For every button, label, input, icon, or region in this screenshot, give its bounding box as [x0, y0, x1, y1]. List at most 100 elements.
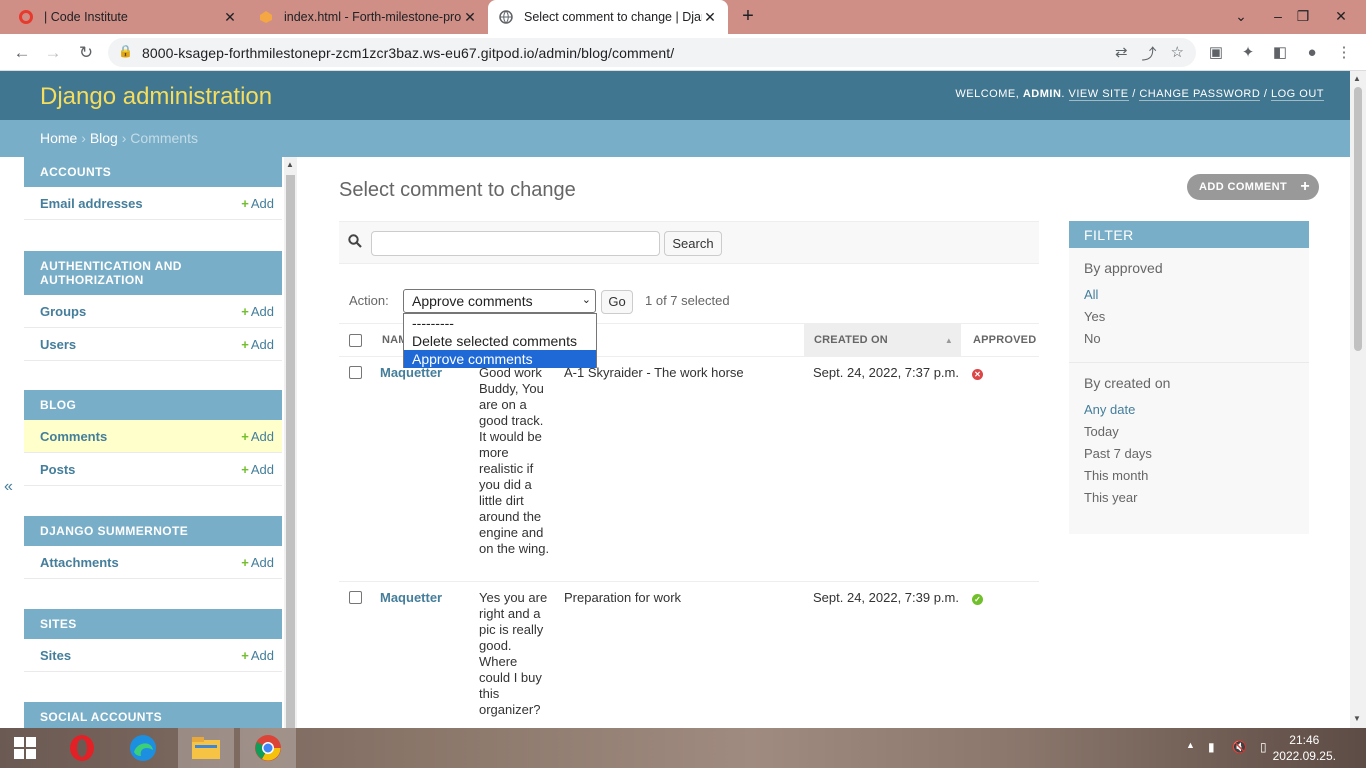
- network-signal-icon[interactable]: ▮: [1208, 740, 1215, 754]
- action-option-delete[interactable]: Delete selected comments: [404, 332, 596, 350]
- module-caption[interactable]: Authentication and Authorization: [24, 251, 282, 295]
- close-tab-icon[interactable]: ✕: [462, 9, 478, 26]
- tab-index-html[interactable]: index.html - Forth-milestone-pro ✕: [248, 0, 488, 34]
- tab-select-comment[interactable]: Select comment to change | Djan ✕: [488, 0, 728, 34]
- sidebar-item-label[interactable]: Comments: [40, 429, 107, 444]
- scroll-up-arrow-icon[interactable]: ▲: [286, 160, 294, 169]
- action-option-blank[interactable]: ---------: [404, 314, 596, 332]
- action-option-approve[interactable]: Approve comments: [404, 350, 596, 368]
- add-link[interactable]: + Add: [241, 555, 274, 570]
- column-header-created-on[interactable]: Created on ▲: [804, 324, 961, 357]
- module-caption[interactable]: Django Summernote: [24, 516, 282, 546]
- result-list: Name Created on ▲ Approved Maquetter Good…: [339, 323, 1039, 742]
- add-link[interactable]: + Add: [241, 462, 274, 477]
- search-button[interactable]: Search: [664, 231, 722, 256]
- filter-option[interactable]: No: [1084, 328, 1294, 350]
- omnibox[interactable]: 🔒 8000-ksagep-forthmilestonepr-zcm1zcr3b…: [108, 38, 1196, 67]
- scrollbar-thumb[interactable]: [1354, 87, 1362, 351]
- minimize-icon[interactable]: –: [1265, 4, 1291, 28]
- add-link[interactable]: + Add: [241, 648, 274, 663]
- scroll-down-arrow-icon[interactable]: ▼: [1353, 714, 1361, 723]
- filter-option[interactable]: Today: [1084, 421, 1294, 443]
- page-scrollbar[interactable]: ▲ ▼: [1350, 71, 1366, 728]
- sidebar-item-label[interactable]: Email addresses: [40, 196, 143, 211]
- sidebar-item-label[interactable]: Users: [40, 337, 76, 352]
- gitpod-icon: [258, 9, 274, 25]
- file-explorer-icon[interactable]: [178, 728, 234, 768]
- view-site-link[interactable]: View site: [1068, 88, 1129, 101]
- add-link[interactable]: + Add: [241, 429, 274, 444]
- row-name-link[interactable]: Maquetter: [380, 590, 442, 605]
- menu-kebab-icon[interactable]: ⋮: [1334, 43, 1354, 63]
- media-icon[interactable]: ▣: [1206, 43, 1226, 63]
- changelist-filter: Filter By approved All Yes No By created…: [1069, 221, 1309, 534]
- sidebar-item-label[interactable]: Attachments: [40, 555, 119, 570]
- new-tab-button[interactable]: +: [737, 5, 759, 27]
- toggle-nav-sidebar-icon[interactable]: «: [4, 478, 13, 496]
- scroll-up-arrow-icon[interactable]: ▲: [1353, 74, 1361, 83]
- filter-option[interactable]: Yes: [1084, 306, 1294, 328]
- column-header-approved[interactable]: Approved: [963, 324, 1036, 357]
- add-link[interactable]: + Add: [241, 304, 274, 319]
- sidebar-item-comments: Comments + Add: [24, 420, 282, 453]
- row-checkbox[interactable]: [349, 591, 362, 604]
- restore-icon[interactable]: ❐: [1290, 4, 1316, 28]
- sidebar-item-label[interactable]: Sites: [40, 648, 71, 663]
- share-icon[interactable]: ⤴: [1142, 43, 1157, 64]
- plus-icon: +: [241, 462, 249, 477]
- reload-icon[interactable]: ↻: [73, 40, 99, 66]
- filter-option[interactable]: All: [1084, 284, 1294, 306]
- module-caption[interactable]: Accounts: [24, 157, 282, 187]
- breadcrumb-blog[interactable]: Blog: [90, 130, 118, 146]
- close-window-icon[interactable]: ✕: [1328, 4, 1354, 28]
- select-all-checkbox[interactable]: [349, 334, 362, 347]
- chrome-icon[interactable]: [240, 728, 296, 768]
- sidebar-scrollbar[interactable]: ▲: [284, 157, 297, 728]
- breadcrumb: Home › Blog › Comments: [0, 120, 1350, 157]
- module-caption[interactable]: Social Accounts: [24, 702, 282, 728]
- log-out-link[interactable]: Log out: [1270, 88, 1324, 101]
- module-caption[interactable]: Blog: [24, 390, 282, 420]
- site-branding[interactable]: Django administration: [40, 83, 272, 111]
- filter-option[interactable]: Any date: [1084, 399, 1294, 421]
- add-link[interactable]: + Add: [241, 337, 274, 352]
- back-arrow-icon[interactable]: ←: [9, 40, 35, 66]
- username: admin: [1022, 88, 1062, 100]
- sidebar-item-label[interactable]: Posts: [40, 462, 75, 477]
- filter-option[interactable]: Past 7 days: [1084, 443, 1294, 465]
- go-button[interactable]: Go: [601, 290, 633, 314]
- edge-icon[interactable]: [118, 728, 168, 768]
- plus-icon: +: [241, 555, 249, 570]
- system-clock[interactable]: 21:46 2022.09.25.: [1273, 732, 1336, 764]
- translate-icon[interactable]: ⇄: [1115, 43, 1128, 64]
- forward-arrow-icon[interactable]: →: [40, 40, 66, 66]
- close-tab-icon[interactable]: ✕: [222, 9, 238, 26]
- add-link[interactable]: + Add: [241, 196, 274, 211]
- sort-ascending-icon[interactable]: ▲: [945, 324, 953, 357]
- search-input[interactable]: [371, 231, 660, 256]
- extensions-puzzle-icon[interactable]: ✦: [1238, 43, 1258, 63]
- admin-header: Django administration Welcome, admin. Vi…: [0, 71, 1350, 120]
- profile-avatar-icon[interactable]: ●: [1302, 43, 1322, 63]
- bookmark-star-icon[interactable]: ☆: [1171, 43, 1184, 64]
- tab-code-institute[interactable]: | Code Institute ✕: [8, 0, 248, 34]
- scrollbar-thumb[interactable]: [286, 175, 295, 728]
- windows-start-icon[interactable]: [0, 728, 50, 768]
- filter-option[interactable]: This month: [1084, 465, 1294, 487]
- row-checkbox[interactable]: [349, 366, 362, 379]
- add-comment-button[interactable]: Add comment +: [1187, 174, 1320, 200]
- url-text[interactable]: 8000-ksagep-forthmilestonepr-zcm1zcr3baz…: [142, 45, 674, 61]
- action-select[interactable]: Approve comments ⌄: [403, 289, 596, 313]
- filter-option[interactable]: This year: [1084, 487, 1294, 509]
- module-caption[interactable]: Sites: [24, 609, 282, 639]
- tab-search-chevron-icon[interactable]: ⌄: [1228, 4, 1254, 28]
- tray-chevron-up-icon[interactable]: ▲: [1186, 740, 1195, 750]
- battery-icon[interactable]: ▯: [1260, 740, 1267, 754]
- opera-icon[interactable]: [57, 728, 107, 768]
- volume-muted-icon[interactable]: 🔇: [1232, 740, 1247, 754]
- breadcrumb-home[interactable]: Home: [40, 130, 77, 146]
- change-password-link[interactable]: Change password: [1139, 88, 1261, 101]
- close-tab-icon[interactable]: ✕: [702, 9, 718, 26]
- sidebar-item-label[interactable]: Groups: [40, 304, 86, 319]
- side-panel-icon[interactable]: ◧: [1270, 43, 1290, 63]
